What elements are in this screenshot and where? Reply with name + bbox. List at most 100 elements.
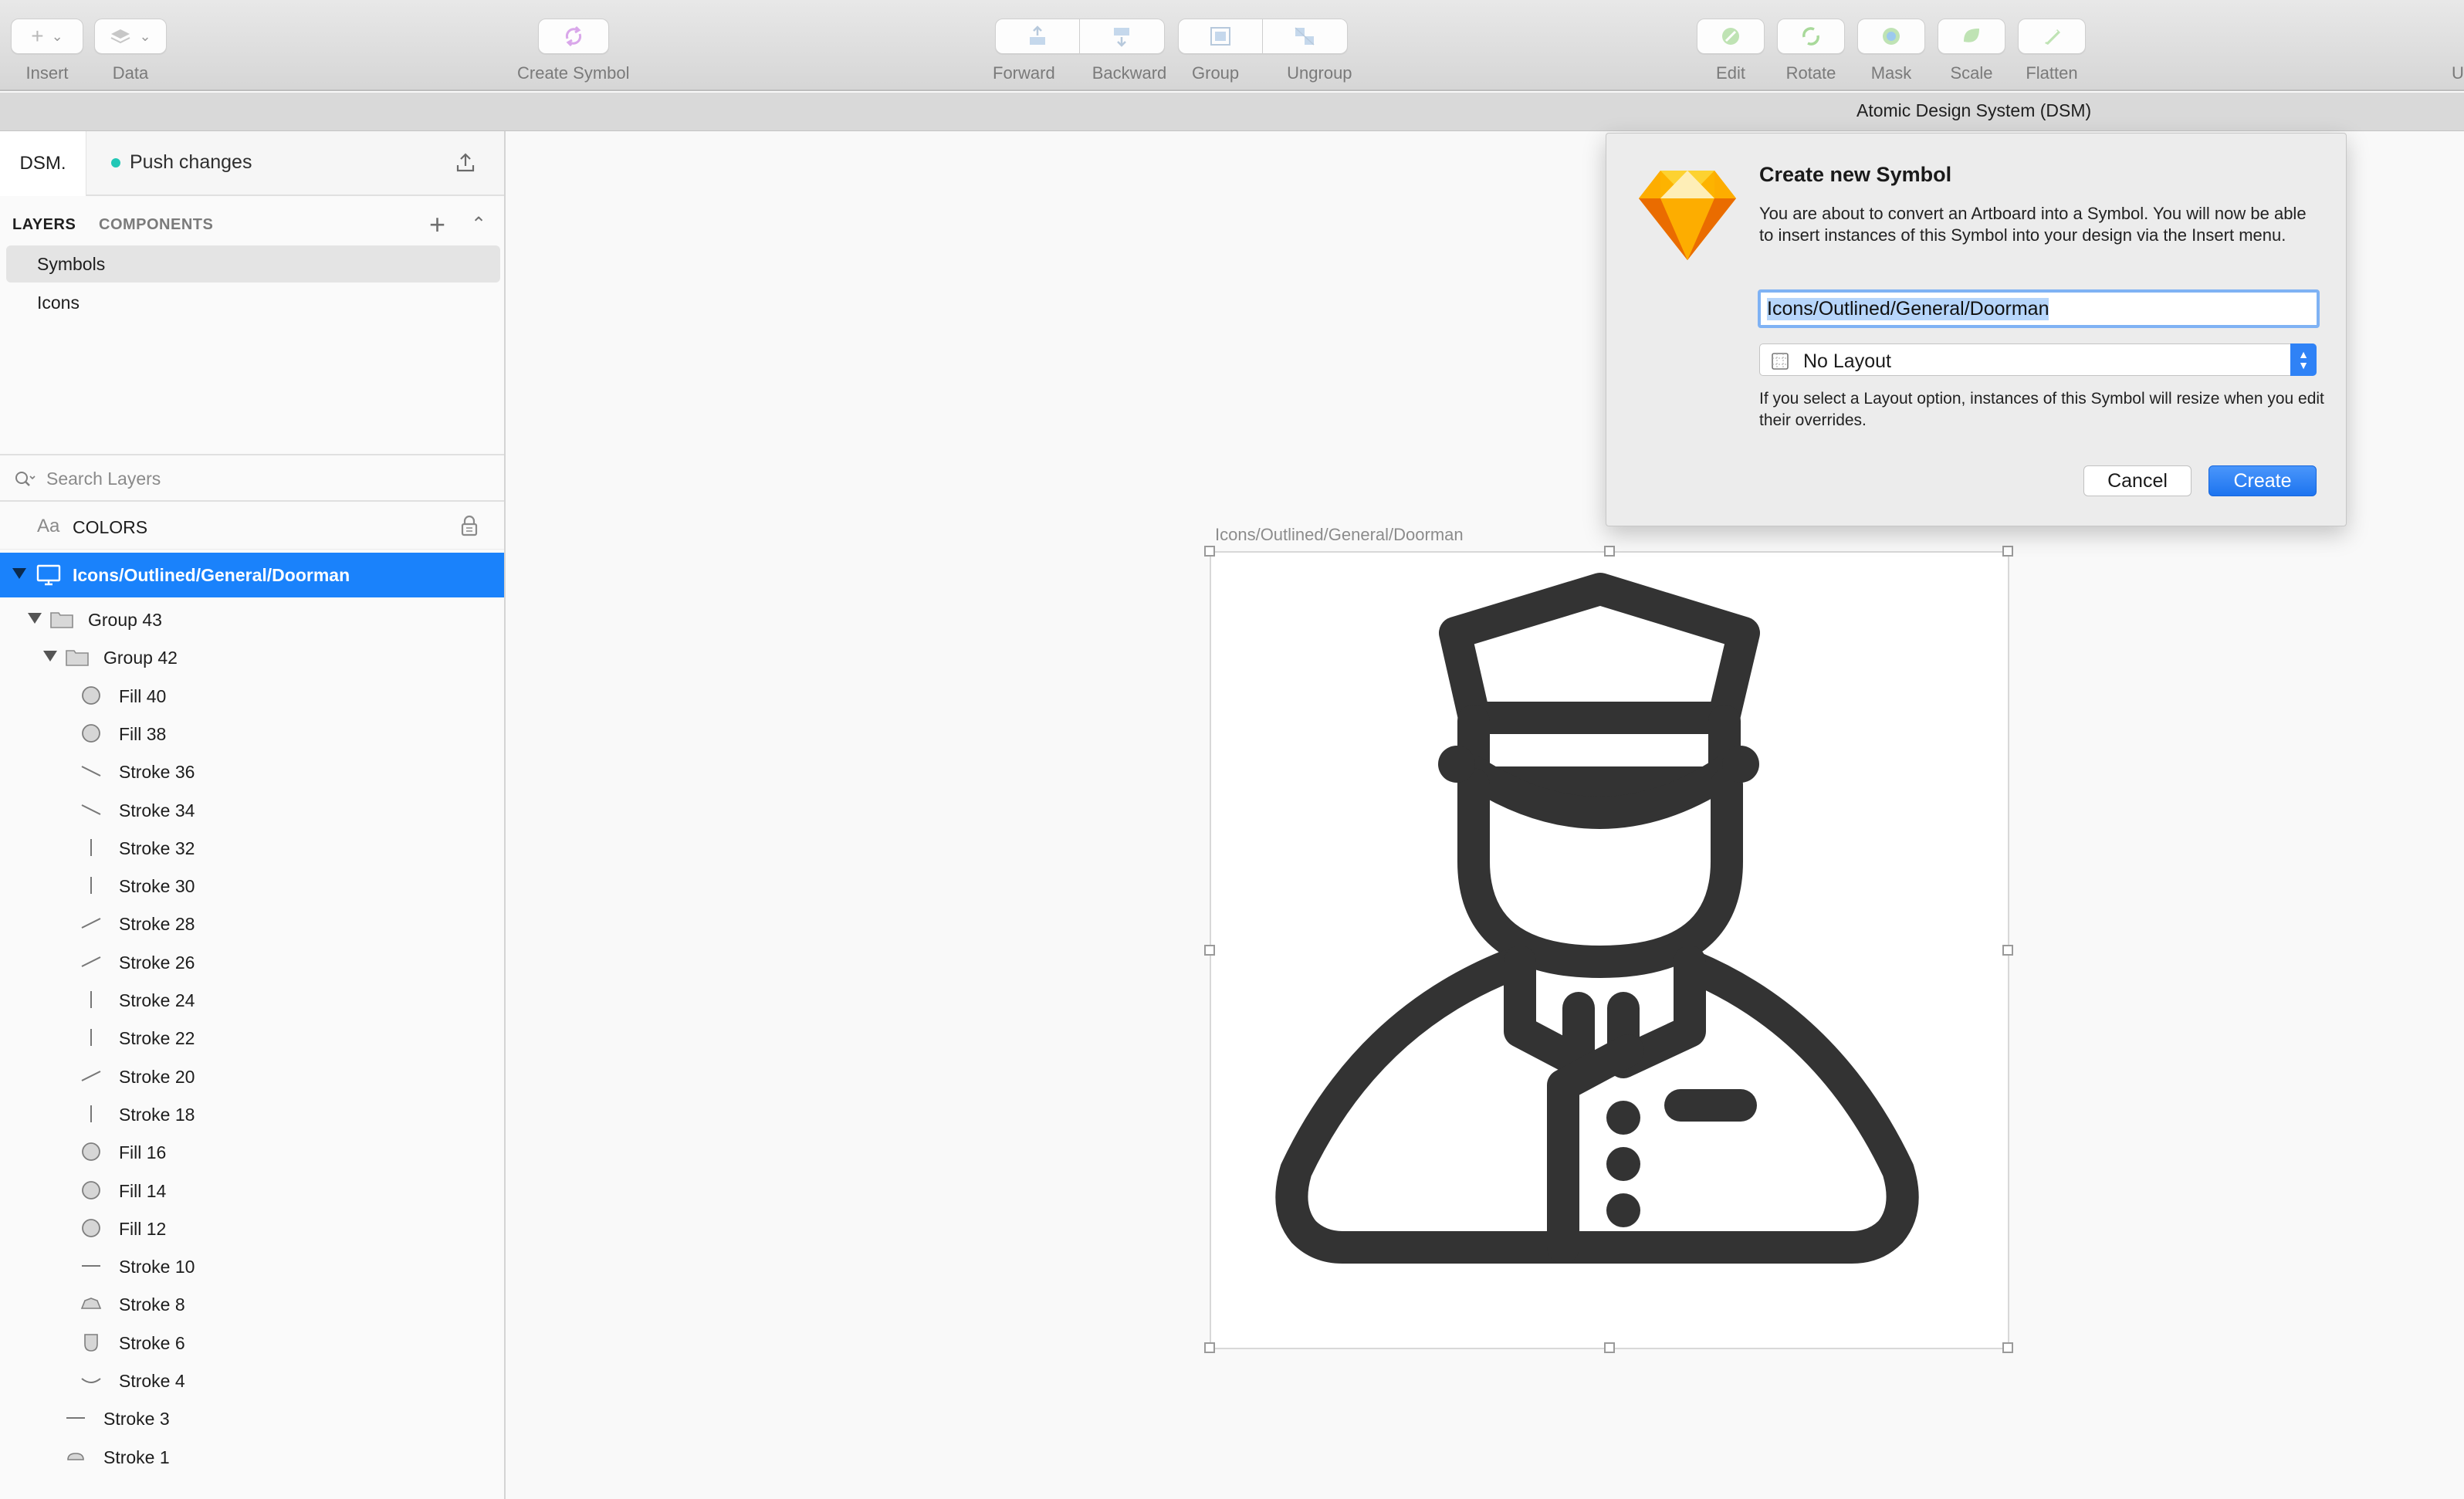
layer-name: Stroke 30 [119,876,195,897]
line-horiz-layer-icon [63,1407,88,1429]
collapse-pages-icon[interactable]: ⌃ [471,213,486,235]
upload-icon[interactable] [454,151,477,174]
layer-name: Stroke 32 [119,837,195,858]
cancel-button[interactable]: Cancel [2083,465,2192,496]
rotate-tool[interactable]: Rotate [1777,19,1845,83]
document-titlebar: Atomic Design System (DSM) [0,93,2464,131]
layer-name: Stroke 3 [103,1409,170,1430]
edit-pen-icon [1722,28,1739,45]
resize-handle[interactable] [1604,1342,1615,1353]
layer-row-fill-38[interactable]: Fill 38 [0,715,463,753]
layout-select[interactable]: No Layout ▲ ▼ [1759,343,2317,376]
layer-row-stroke-26[interactable]: Stroke 26 [0,943,463,982]
layer-row-stroke-18[interactable]: Stroke 18 [0,1095,463,1134]
layer-row-stroke-20[interactable]: Stroke 20 [0,1057,463,1096]
line-up-layer-icon [79,912,103,934]
line-up-layer-icon [79,951,103,973]
backward-button[interactable] [1079,19,1165,54]
dialog-description: You are about to convert an Artboard int… [1759,204,2307,245]
layer-row-fill-14[interactable]: Fill 14 [0,1172,463,1210]
layer-row-stroke-6[interactable]: Stroke 6 [0,1324,463,1362]
create-symbol-tool[interactable]: Create Symbol [517,19,630,83]
artboard-layer-row[interactable]: Icons/Outlined/General/Doorman [0,553,504,597]
colors-layer[interactable]: Aa COLORS [0,503,504,550]
mask-tool[interactable]: Mask [1857,19,1925,83]
layer-row-stroke-30[interactable]: Stroke 30 [0,867,463,905]
layer-row-stroke-8[interactable]: Stroke 8 [0,1285,463,1324]
page-item-icons[interactable]: Icons [6,284,500,321]
resize-handle[interactable] [1204,546,1215,557]
chevron-down-icon: ⌄ [51,28,63,44]
layer-name: Group 42 [103,648,178,668]
layer-row-fill-12[interactable]: Fill 12 [0,1210,463,1248]
layout-select-value: No Layout [1803,350,1891,372]
data-tool[interactable]: ⌄ Data [94,19,167,83]
tab-layers[interactable]: LAYERS [12,216,76,234]
search-input[interactable] [46,465,479,492]
add-page-icon[interactable]: + [429,208,445,241]
line-up-layer-icon [79,1065,103,1087]
create-symbol-button[interactable] [537,19,609,54]
layer-row-stroke-10[interactable]: Stroke 10 [0,1247,463,1286]
layer-row-stroke-4[interactable]: Stroke 4 [0,1362,463,1400]
layer-row-group-43[interactable]: Group 43 [0,601,463,639]
create-symbol-label: Create Symbol [517,63,630,83]
page-item-label: Symbols [37,254,106,274]
doorman-icon[interactable] [1211,553,2011,1351]
scale-button[interactable] [1938,19,2005,54]
rotate-button[interactable] [1777,19,1845,54]
select-stepper-icon[interactable]: ▲ ▼ [2290,343,2317,376]
layer-row-fill-16[interactable]: Fill 16 [0,1133,463,1172]
resize-handle[interactable] [2002,1342,2013,1353]
disclosure-triangle-icon[interactable] [43,651,57,662]
flatten-tool[interactable]: Flatten [2018,19,2086,83]
data-button[interactable]: ⌄ [94,19,167,54]
layer-row-stroke-22[interactable]: Stroke 22 [0,1019,463,1057]
layer-row-fill-40[interactable]: Fill 40 [0,677,463,716]
resize-handle[interactable] [1604,546,1615,557]
group-ungroup-segment [1177,19,1348,54]
mask-button[interactable] [1857,19,1925,54]
layer-row-stroke-36[interactable]: Stroke 36 [0,753,463,791]
layer-row-stroke-34[interactable]: Stroke 34 [0,791,463,830]
layer-name: Stroke 18 [119,1104,195,1125]
edit-tool[interactable]: Edit [1697,19,1765,83]
offscreen-tool[interactable]: U [2452,19,2464,83]
layer-name: Fill 16 [119,1142,167,1163]
layer-row-stroke-1[interactable]: Stroke 1 [0,1438,463,1477]
flatten-button[interactable] [2018,19,2086,54]
group-button[interactable] [1177,19,1263,54]
insert-button[interactable]: + ⌄ [11,19,83,54]
resize-handle[interactable] [2002,546,2013,557]
tab-components[interactable]: COMPONENTS [99,216,213,234]
scale-tool[interactable]: Scale [1938,19,2005,83]
lock-icon[interactable] [460,514,479,537]
layer-row-stroke-28[interactable]: Stroke 28 [0,905,463,943]
push-changes-button[interactable]: Push changes [111,151,252,174]
arrange-tools: Forward Backward [993,19,1166,83]
line-diag-layer-icon [79,760,103,782]
resize-handle[interactable] [1204,1342,1215,1353]
resize-handle[interactable] [2002,945,2013,956]
layer-name: Fill 38 [119,723,167,744]
disclosure-triangle-icon[interactable] [12,568,26,579]
chevron-down-icon: ⌄ [139,28,151,44]
page-item-symbols[interactable]: Symbols [6,245,500,283]
disclosure-triangle-icon[interactable] [28,613,42,624]
insert-tool[interactable]: + ⌄ Insert [11,19,83,83]
insert-label: Insert [25,63,69,83]
create-button[interactable]: Create [2208,465,2317,496]
dsm-tab[interactable]: DSM. [0,131,86,196]
ungroup-button[interactable] [1262,19,1348,54]
layout-grid-icon [1772,353,1789,370]
symbol-name-input[interactable] [1758,289,2320,328]
layer-row-stroke-32[interactable]: Stroke 32 [0,829,463,868]
edit-button[interactable] [1697,19,1765,54]
artboard-title[interactable]: Icons/Outlined/General/Doorman [1215,525,1464,545]
layer-row-stroke-24[interactable]: Stroke 24 [0,981,463,1020]
resize-handle[interactable] [1204,945,1215,956]
layer-row-stroke-3[interactable]: Stroke 3 [0,1399,463,1438]
layer-row-group-42[interactable]: Group 42 [0,638,463,677]
artboard[interactable] [1204,546,2013,1353]
forward-button[interactable] [994,19,1080,54]
